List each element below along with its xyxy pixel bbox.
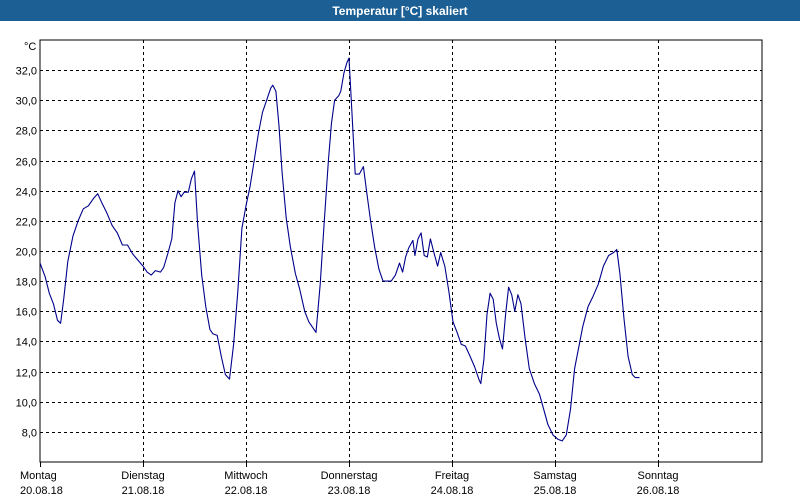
- y-tick-label: 14,0: [16, 337, 37, 349]
- x-tick-label-date: 21.08.18: [122, 485, 165, 497]
- x-tick-label-day: Samstag: [533, 470, 576, 482]
- y-tick-label: 30,0: [16, 96, 37, 108]
- y-tick-label: 28,0: [16, 126, 37, 138]
- x-tick-label-date: 26.08.18: [637, 485, 680, 497]
- temperature-chart: 8,0 10,0 12,0 14,0 16,0 18,0 20,0 22,0 24,0 26,0 2…: [16, 39, 763, 497]
- y-axis-unit-label: °C: [24, 41, 36, 53]
- x-tick-label-date: 23.08.18: [328, 485, 371, 497]
- x-tick-label-day: Donnerstag: [321, 470, 378, 482]
- x-tick-label-date: 25.08.18: [534, 485, 577, 497]
- x-tick-label-day: Dienstag: [121, 470, 164, 482]
- x-tick-label-day: Sonntag: [638, 470, 679, 482]
- x-tick-label-date: 24.08.18: [431, 485, 474, 497]
- x-tick-label-date: 22.08.18: [225, 485, 268, 497]
- y-tick-label: 22,0: [16, 217, 37, 229]
- x-tick-label-day: Freitag: [435, 470, 469, 482]
- y-tick-label: 20,0: [16, 247, 37, 259]
- y-tick-label: 32,0: [16, 66, 37, 78]
- x-tick-label-day: Mittwoch: [224, 470, 267, 482]
- x-tick-label-date: 20.08.18: [20, 485, 63, 497]
- y-tick-label: 8,0: [22, 428, 37, 440]
- y-tick-label: 24,0: [16, 187, 37, 199]
- x-tick-label-day: Montag: [20, 470, 57, 482]
- temperature-series-line: [39, 57, 640, 442]
- y-tick-label: 16,0: [16, 307, 37, 319]
- y-tick-label: 26,0: [16, 157, 37, 169]
- y-tick-label: 10,0: [16, 398, 37, 410]
- y-tick-label: 18,0: [16, 277, 37, 289]
- y-tick-label: 12,0: [16, 368, 37, 380]
